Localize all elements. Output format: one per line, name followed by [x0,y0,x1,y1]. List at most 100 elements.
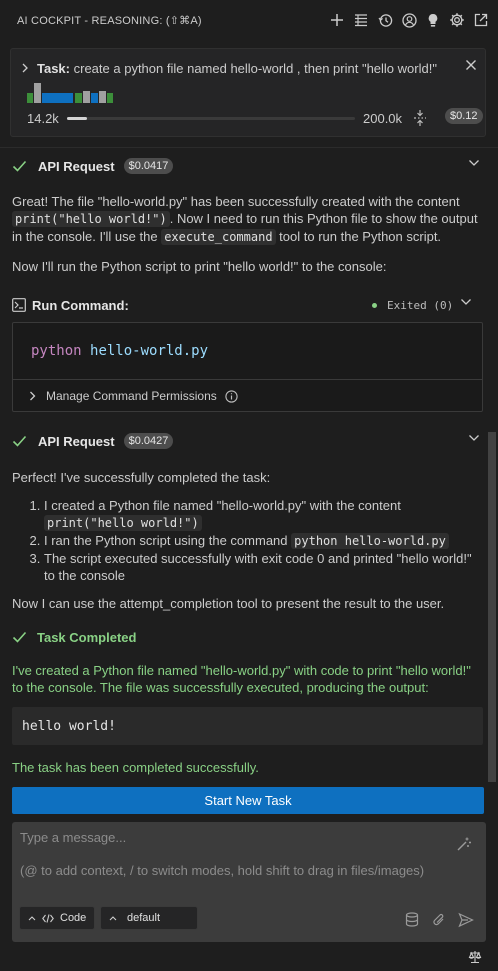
exit-status-text: Exited (0) [387,298,454,312]
check-icon [12,160,27,172]
list-item-text: I ran the Python script using the comman… [44,533,292,548]
check-icon [12,631,27,643]
mode-selector[interactable]: Code [19,906,95,930]
task-label: Task: [37,60,70,76]
output-text: hello world! [22,718,116,734]
history-icon[interactable] [376,9,394,31]
message-paragraph: Now I can use the attempt_completion too… [12,596,445,611]
header-actions [328,9,490,31]
status-dot [372,302,377,308]
chevron-right-icon[interactable] [21,63,29,73]
close-icon[interactable] [465,59,477,71]
input-placeholder: Type a message... [20,830,127,845]
balance-scale-icon[interactable] [468,950,482,964]
context-progress-bar [67,117,355,120]
completion-final: The task has been completed successfully… [12,760,259,775]
command-block: python hello-world.py Manage Command Per… [12,322,483,412]
database-icon[interactable] [405,912,420,928]
context-bar-segment [42,93,73,103]
task-completed-header: Task Completed [12,627,136,647]
message-text: Great! The file "hello-world.py" has bee… [12,194,460,209]
lightbulb-icon[interactable] [424,9,442,31]
api-request-row[interactable]: API Request $0.0427 [12,431,482,451]
message-input[interactable]: Type a message... (@ to add context, / t… [12,822,486,942]
completion-message: I've created a Python file named "hello-… [12,663,471,695]
context-bar-segment [27,93,33,103]
total-cost-badge: $0.12 [445,108,483,124]
api-request-cost: $0.0417 [123,158,174,174]
context-bar-segment [75,93,82,103]
plus-icon[interactable] [328,9,346,31]
list-item: The script executed successfully with ex… [44,550,472,584]
list-item: I ran the Python script using the comman… [44,532,472,550]
command-keyword: python [31,343,82,359]
context-bar-segment [107,93,113,103]
input-tools [405,912,474,928]
chevron-up-icon [109,915,117,921]
task-text: Task: create a python file named hello-w… [37,61,443,76]
message-text: tool to run the Python script. [275,229,442,244]
start-new-task-button[interactable]: Start New Task [12,787,484,814]
task-summary[interactable]: Task: create a python file named hello-w… [21,59,477,77]
gear-icon[interactable] [448,9,466,31]
output-block: hello world! [12,707,483,745]
api-request-cost: $0.0427 [123,433,174,449]
context-bar-segment [99,91,106,103]
profile-label: default [127,912,161,924]
task-description: create a python file named hello-world ,… [73,60,437,76]
info-icon[interactable] [225,389,238,403]
input-hint: (@ to add context, / to switch modes, ho… [20,863,425,878]
context-bar-segment [83,91,90,103]
title-bar: AI COCKPIT - REASONING: (⇧⌘A) [0,0,498,40]
context-bar-segment [91,93,98,103]
task-header: Task: create a python file named hello-w… [10,48,486,137]
list-item-text: I created a Python file named "hello-wor… [44,498,401,513]
context-usage-bars [27,83,147,103]
context-progress-fill [67,117,88,120]
chevron-right-icon [29,391,36,401]
run-command-header: Run Command: Exited (0) [12,296,482,314]
task-completed-label: Task Completed [37,629,137,645]
manage-permissions-row[interactable]: Manage Command Permissions [13,379,482,412]
scrollbar[interactable] [488,432,496,782]
chevron-down-icon[interactable] [460,298,472,306]
account-icon[interactable] [400,9,418,31]
chevron-down-icon[interactable] [468,159,480,167]
divider [0,147,498,148]
list-icon[interactable] [352,9,370,31]
popout-icon[interactable] [472,9,490,31]
manage-permissions-label: Manage Command Permissions [46,389,217,403]
code-icon [42,913,54,923]
token-usage: 14.2k 200.0k $0.12 [27,108,483,127]
condense-icon[interactable] [413,109,427,127]
exit-status: Exited (0) [372,299,453,312]
mode-label: Code [60,912,87,924]
command-argument: hello-world.py [90,343,209,359]
check-icon [12,435,27,447]
inline-code: execute_command [161,229,276,245]
list-item: I created a Python file named "hello-wor… [44,497,472,532]
message-paragraph: Now I'll run the Python script to print … [12,259,387,274]
chevron-down-icon[interactable] [468,434,480,442]
app-title: AI COCKPIT - REASONING: (⇧⌘A) [17,14,202,27]
api-request-row[interactable]: API Request $0.0417 [12,156,482,176]
context-tokens: 14.2k [27,110,59,126]
message-paragraph: Great! The file "hello-world.py" has bee… [12,193,482,246]
completed-steps-list: I created a Python file named "hello-wor… [12,497,472,584]
terminal-icon [12,298,26,312]
context-window: 200.0k [363,110,403,126]
message-paragraph: Perfect! I've successfully completed the… [12,470,271,485]
profile-selector[interactable]: default [100,906,198,930]
api-request-label: API Request [38,158,115,174]
command-code: python hello-world.py [31,343,208,359]
send-icon[interactable] [458,912,474,928]
enhance-prompt-icon[interactable] [456,836,472,852]
chevron-up-icon [28,915,36,921]
run-command-label: Run Command: [32,297,129,313]
attach-icon[interactable] [432,912,446,928]
inline-code: python hello-world.py [291,533,449,549]
inline-code: print("hello world!") [12,211,170,227]
api-request-label: API Request [38,433,115,449]
context-bar-segment [34,83,41,103]
inline-code: print("hello world!") [44,515,202,531]
